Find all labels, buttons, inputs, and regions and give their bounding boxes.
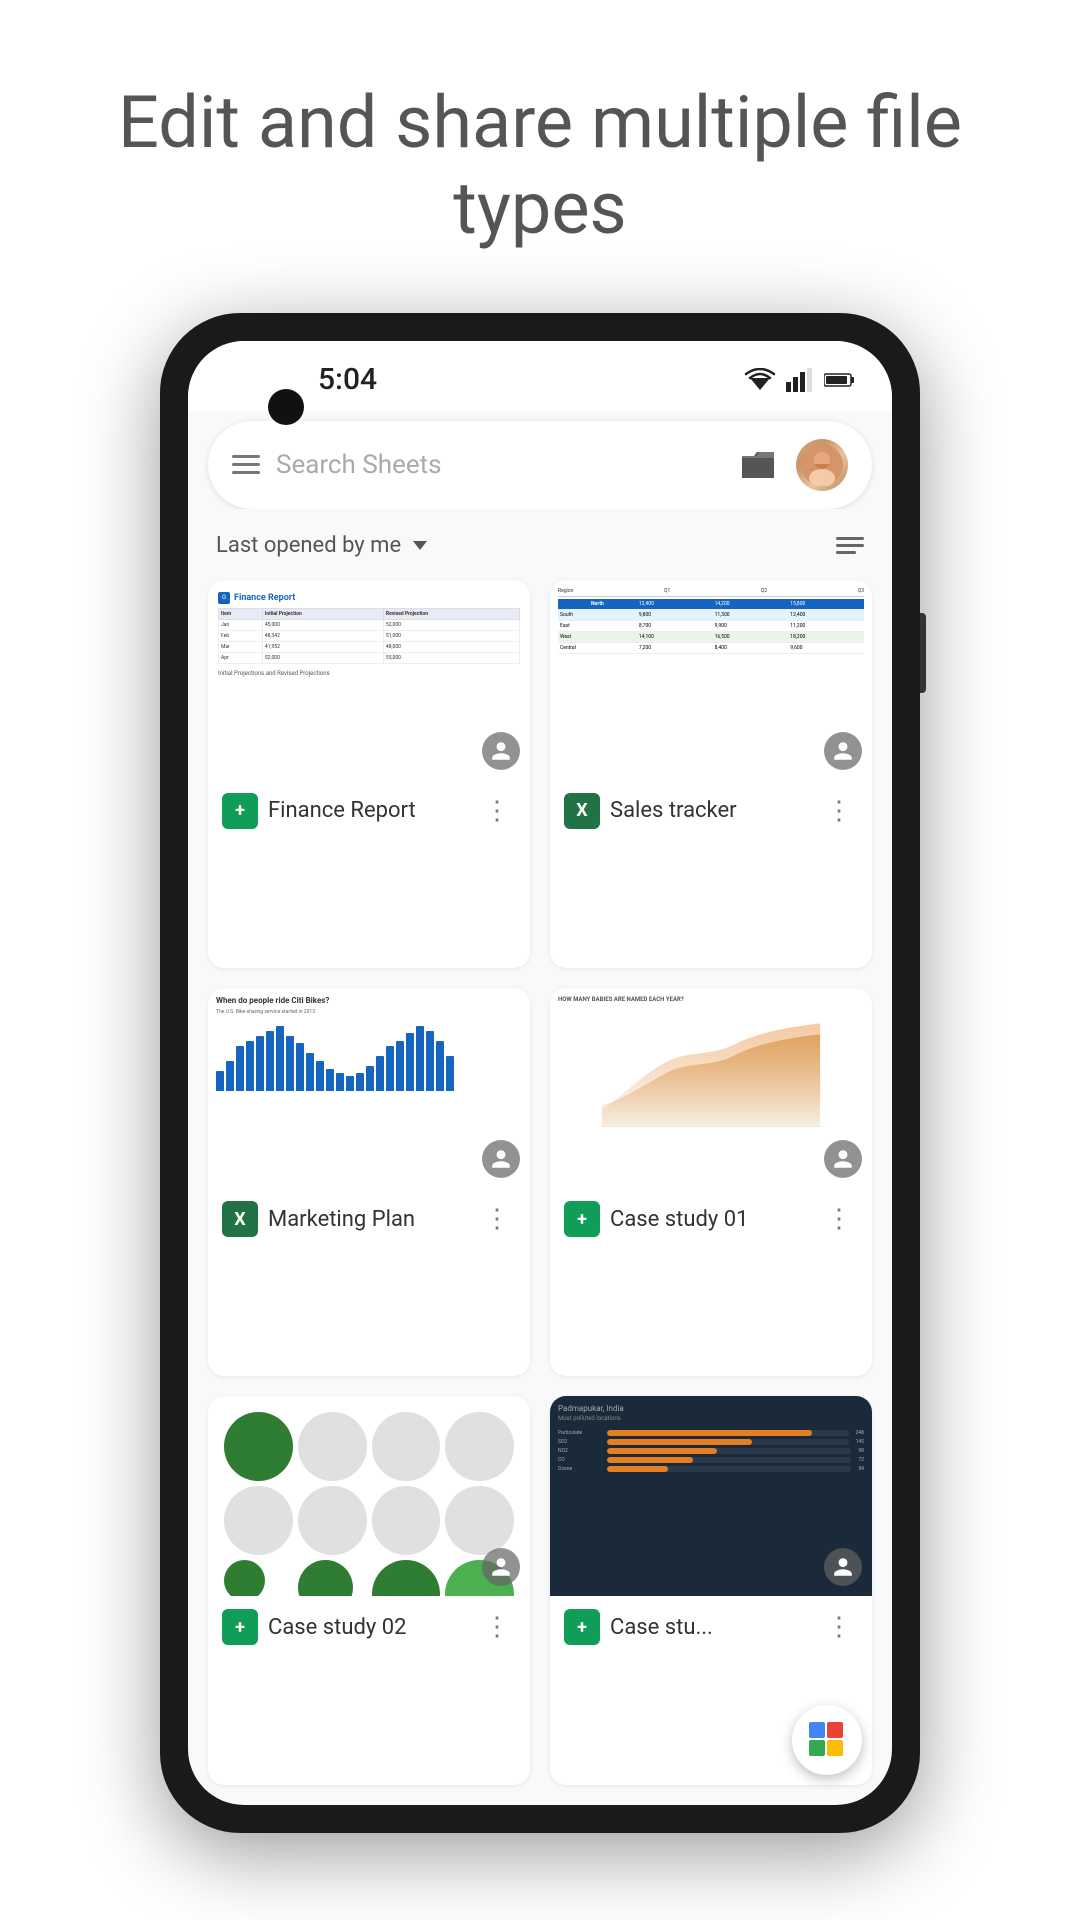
search-bar[interactable]: Search Sheets (208, 421, 872, 509)
hero-title: Edit and share multiple file types (0, 0, 1080, 293)
file-thumbnail-case-study-03: Padmapukar, India Most polluted location… (550, 1396, 872, 1596)
file-card-case-study-01[interactable]: HOW MANY BABIES ARE NAMED EACH YEAR? (550, 988, 872, 1376)
file-card-sales-tracker[interactable]: RegionQ1Q2Q3 North12,40014,20015,800 Sou… (550, 580, 872, 968)
file-thumbnail-case-study-01: HOW MANY BABIES ARE NAMED EACH YEAR? (550, 988, 872, 1188)
more-options-case-study-02[interactable]: ⋮ (478, 1608, 516, 1646)
more-options-case-study-01[interactable]: ⋮ (820, 1200, 858, 1238)
file-name-marketing-plan: Marketing Plan (268, 1207, 468, 1232)
file-name-case-study-02: Case study 02 (268, 1615, 468, 1640)
file-thumbnail-sales-tracker: RegionQ1Q2Q3 North12,40014,20015,800 Sou… (550, 580, 872, 780)
more-options-case-study-03[interactable]: ⋮ (820, 1608, 858, 1646)
battery-icon (824, 371, 856, 389)
file-info-case-study-03: + Case stu... ⋮ (550, 1596, 872, 1658)
status-time: 5:04 (318, 362, 377, 397)
file-thumbnail-case-study-02 (208, 1396, 530, 1596)
more-options-marketing-plan[interactable]: ⋮ (478, 1200, 516, 1238)
sort-label-text: Last opened by me (216, 533, 401, 558)
google-plus-icon (809, 1722, 845, 1758)
file-card-case-study-02[interactable]: + Case study 02 ⋮ (208, 1396, 530, 1784)
sort-header: Last opened by me (188, 509, 892, 570)
file-name-finance-report: Finance Report (268, 798, 468, 823)
avatar[interactable] (796, 439, 848, 491)
fab-new-file[interactable] (792, 1705, 862, 1775)
folder-icon[interactable] (736, 443, 780, 487)
hamburger-icon[interactable] (232, 455, 260, 474)
file-info-case-study-01: + Case study 01 ⋮ (550, 1188, 872, 1250)
file-info-sales-tracker: X Sales tracker ⋮ (550, 780, 872, 842)
view-toggle-icon[interactable] (836, 537, 864, 554)
more-options-finance-report[interactable]: ⋮ (478, 792, 516, 830)
camera-hole (268, 389, 304, 425)
search-input[interactable]: Search Sheets (276, 450, 720, 480)
shared-avatar-icon-sales (824, 732, 862, 770)
sheets-icon: + (222, 793, 258, 829)
shared-avatar-icon (482, 732, 520, 770)
sheets-icon-case01: + (564, 1201, 600, 1237)
area-chart (558, 1007, 864, 1127)
file-name-sales-tracker: Sales tracker (610, 798, 810, 823)
phone-side-button (920, 613, 926, 693)
excel-icon: X (564, 793, 600, 829)
phone-screen: 5:04 (188, 341, 892, 1805)
wifi-icon (744, 368, 776, 392)
sheets-icon-case03: + (564, 1609, 600, 1645)
files-grid: G Finance Report ItemInitial ProjectionR… (188, 570, 892, 1805)
excel-icon-marketing: X (222, 1201, 258, 1237)
file-card-marketing-plan[interactable]: When do people ride Citi Bikes? The U.S.… (208, 988, 530, 1376)
file-name-case-study-01: Case study 01 (610, 1207, 810, 1232)
signal-icon (786, 368, 814, 392)
file-name-case-study-03: Case stu... (610, 1615, 810, 1640)
file-card-finance-report[interactable]: G Finance Report ItemInitial ProjectionR… (208, 580, 530, 968)
sort-arrow-icon (413, 541, 427, 550)
status-icons (744, 368, 856, 392)
bar-chart (216, 1021, 522, 1091)
shared-avatar-icon-marketing (482, 1140, 520, 1178)
file-info-case-study-02: + Case study 02 ⋮ (208, 1596, 530, 1658)
shared-avatar-icon-case01 (824, 1140, 862, 1178)
file-thumbnail-marketing-plan: When do people ride Citi Bikes? The U.S.… (208, 988, 530, 1188)
phone-mockup: 5:04 (160, 313, 920, 1833)
sheets-icon-case02: + (222, 1609, 258, 1645)
file-thumbnail-finance-report: G Finance Report ItemInitial ProjectionR… (208, 580, 530, 780)
more-options-sales-tracker[interactable]: ⋮ (820, 792, 858, 830)
sort-label[interactable]: Last opened by me (216, 533, 427, 558)
file-info-finance-report: + Finance Report ⋮ (208, 780, 530, 842)
file-info-marketing-plan: X Marketing Plan ⋮ (208, 1188, 530, 1250)
